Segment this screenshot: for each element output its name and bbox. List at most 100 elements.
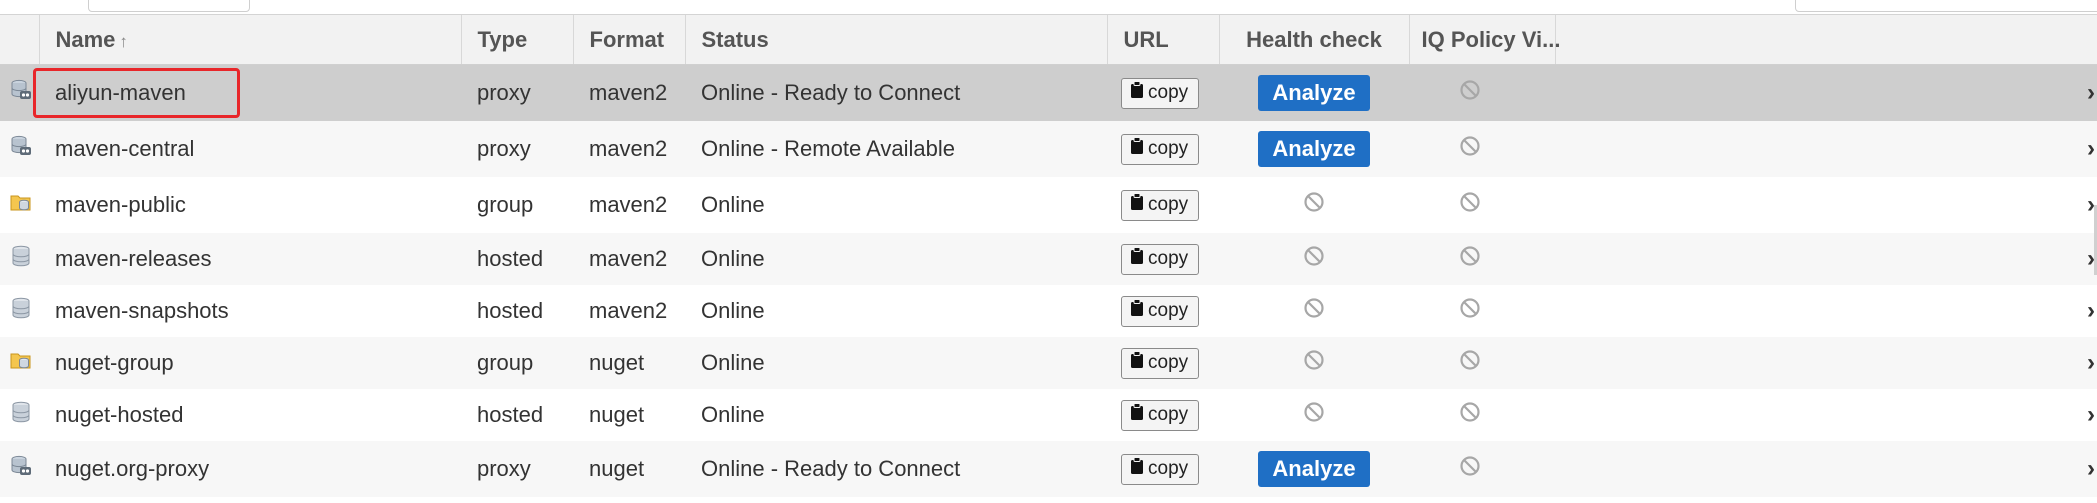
proxy-repository-icon bbox=[10, 455, 32, 483]
copy-url-button[interactable]: copy bbox=[1121, 133, 1200, 165]
chevron-right-icon[interactable]: › bbox=[2087, 135, 2095, 163]
clipboard-icon bbox=[1130, 137, 1144, 161]
repository-status: Online bbox=[685, 233, 1107, 285]
analyze-button[interactable]: Analyze bbox=[1258, 131, 1370, 167]
clipboard-icon bbox=[1130, 193, 1144, 217]
repository-name-text: nuget.org-proxy bbox=[55, 456, 210, 481]
chevron-right-icon[interactable]: › bbox=[2087, 349, 2095, 377]
header-iq-policy[interactable]: IQ Policy Vi... bbox=[1409, 15, 1560, 65]
not-available-icon bbox=[1459, 401, 1481, 429]
repository-status: Online - Ready to Connect bbox=[685, 64, 1107, 121]
repository-url: copy bbox=[1107, 64, 1219, 121]
table-row[interactable]: nuget.org-proxy proxy nuget Online - Rea… bbox=[0, 441, 2097, 497]
row-detail-cell[interactable]: › bbox=[1555, 389, 2097, 441]
repository-name: nuget-group bbox=[39, 337, 461, 389]
header-format[interactable]: Format bbox=[573, 15, 686, 65]
chevron-right-icon[interactable]: › bbox=[2087, 79, 2095, 107]
repository-type: proxy bbox=[461, 121, 573, 177]
table-row[interactable]: maven-snapshots hosted maven2 Online cop… bbox=[0, 285, 2097, 337]
table-row[interactable]: nuget-group group nuget Online copy › bbox=[0, 337, 2097, 389]
health-check-cell bbox=[1219, 177, 1409, 233]
copy-url-button[interactable]: copy bbox=[1121, 399, 1200, 431]
table-row[interactable]: maven-public group maven2 Online copy › bbox=[0, 177, 2097, 233]
repository-icon-cell bbox=[0, 389, 39, 441]
repository-format: maven2 bbox=[573, 177, 685, 233]
clipboard-icon bbox=[1130, 457, 1144, 481]
chevron-right-icon[interactable]: › bbox=[2087, 401, 2095, 429]
repository-status: Online bbox=[685, 337, 1107, 389]
repository-name: aliyun-maven bbox=[33, 64, 461, 121]
copy-button-label: copy bbox=[1148, 194, 1189, 215]
repository-type: hosted bbox=[461, 233, 573, 285]
chevron-right-icon[interactable]: › bbox=[2087, 297, 2095, 325]
copy-url-button[interactable]: copy bbox=[1121, 347, 1200, 379]
repository-icon-cell bbox=[0, 121, 39, 177]
copy-url-button[interactable]: copy bbox=[1121, 189, 1200, 221]
copy-url-button[interactable]: copy bbox=[1121, 243, 1200, 275]
table-row[interactable]: aliyun-maven proxy maven2 Online - Ready… bbox=[0, 64, 2097, 121]
header-health-check[interactable]: Health check bbox=[1219, 15, 1410, 65]
sort-ascending-icon: ↑ bbox=[119, 31, 128, 51]
repository-url: copy bbox=[1107, 177, 1219, 233]
iq-policy-cell bbox=[1409, 121, 1555, 177]
copy-button-label: copy bbox=[1148, 248, 1189, 269]
repository-name: maven-snapshots bbox=[39, 285, 461, 337]
copy-url-button[interactable]: copy bbox=[1121, 453, 1200, 485]
table-row[interactable]: maven-central proxy maven2 Online - Remo… bbox=[0, 121, 2097, 177]
row-detail-cell[interactable]: › bbox=[1555, 441, 2097, 497]
analyze-button[interactable]: Analyze bbox=[1258, 75, 1370, 111]
not-available-icon bbox=[1303, 401, 1325, 429]
repository-status: Online bbox=[685, 177, 1107, 233]
health-check-cell: Analyze bbox=[1219, 441, 1409, 497]
iq-policy-cell bbox=[1409, 441, 1555, 497]
repository-format: nuget bbox=[573, 441, 685, 497]
toolbar-button[interactable] bbox=[88, 0, 250, 12]
repository-name: nuget.org-proxy bbox=[39, 441, 461, 497]
repository-icon-cell bbox=[0, 285, 39, 337]
iq-policy-cell bbox=[1409, 337, 1555, 389]
row-detail-cell[interactable]: › bbox=[1555, 337, 2097, 389]
iq-policy-cell bbox=[1409, 64, 1555, 121]
row-detail-cell[interactable]: › bbox=[1555, 64, 2097, 121]
not-available-icon bbox=[1459, 191, 1481, 219]
copy-button-label: copy bbox=[1148, 404, 1189, 425]
clipboard-icon bbox=[1130, 351, 1144, 375]
copy-url-button[interactable]: copy bbox=[1121, 295, 1200, 327]
header-name-label: Name bbox=[55, 26, 116, 52]
not-available-icon bbox=[1459, 135, 1481, 163]
iq-policy-cell bbox=[1409, 285, 1555, 337]
repository-type: proxy bbox=[461, 441, 573, 497]
table-row[interactable]: maven-releases hosted maven2 Online copy… bbox=[0, 233, 2097, 285]
row-detail-cell[interactable]: › bbox=[1555, 177, 2097, 233]
copy-button-label: copy bbox=[1148, 352, 1189, 373]
repository-name-text: maven-snapshots bbox=[55, 298, 229, 323]
copy-url-button[interactable]: copy bbox=[1121, 77, 1200, 109]
clipboard-icon bbox=[1130, 299, 1144, 323]
iq-policy-cell bbox=[1409, 233, 1555, 285]
header-iq-policy-label: IQ Policy Vi... bbox=[1421, 26, 1561, 52]
repository-format: nuget bbox=[573, 337, 685, 389]
row-detail-cell[interactable]: › bbox=[1555, 121, 2097, 177]
row-detail-cell[interactable]: › bbox=[1555, 285, 2097, 337]
top-toolbar bbox=[0, 0, 2097, 15]
header-url[interactable]: URL bbox=[1107, 15, 1220, 65]
repository-status: Online - Ready to Connect bbox=[685, 441, 1107, 497]
repository-icon-cell bbox=[0, 233, 39, 285]
table-row[interactable]: nuget-hosted hosted nuget Online copy › bbox=[0, 389, 2097, 441]
repository-name-text: nuget-group bbox=[55, 350, 174, 375]
repository-name-text: nuget-hosted bbox=[55, 402, 184, 427]
header-status[interactable]: Status bbox=[685, 15, 1108, 65]
repository-name: maven-central bbox=[39, 121, 461, 177]
not-available-icon bbox=[1459, 245, 1481, 273]
filter-input[interactable] bbox=[1795, 0, 2097, 12]
row-detail-cell[interactable]: › bbox=[1555, 233, 2097, 285]
header-type[interactable]: Type bbox=[461, 15, 574, 65]
analyze-button[interactable]: Analyze bbox=[1258, 451, 1370, 487]
chevron-right-icon[interactable]: › bbox=[2087, 455, 2095, 483]
header-name[interactable]: Name ↑ bbox=[39, 15, 462, 65]
not-available-icon bbox=[1459, 455, 1481, 483]
table-header-row: Name ↑ Type Format Status URL Health chec… bbox=[0, 15, 2097, 65]
repository-name-text: maven-public bbox=[55, 192, 186, 217]
repository-format: maven2 bbox=[573, 121, 685, 177]
header-spacer bbox=[1555, 15, 2097, 65]
